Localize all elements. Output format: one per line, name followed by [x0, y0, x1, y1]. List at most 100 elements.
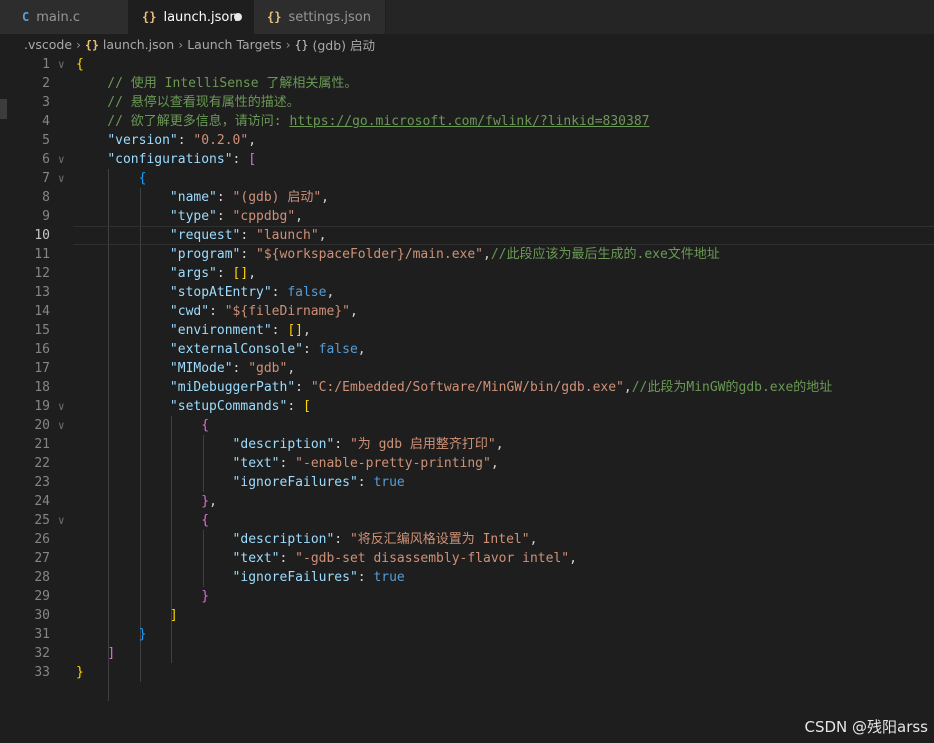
- line-number: 17: [34, 361, 50, 376]
- code-token: :: [177, 133, 194, 148]
- line-number: 33: [34, 665, 50, 680]
- code-token: ,: [248, 266, 257, 281]
- code-token: "0.2.0": [193, 133, 249, 148]
- tab-main-c[interactable]: C main.c: [0, 0, 129, 34]
- code-line[interactable]: 22 "text": "-enable-pretty-printing",: [0, 454, 934, 473]
- code-token: :: [240, 228, 257, 243]
- code-line[interactable]: 28 "ignoreFailures": true: [0, 568, 934, 587]
- code-line[interactable]: 13 "stopAtEntry": false,: [0, 283, 934, 302]
- code-token: true: [373, 570, 405, 585]
- code-line[interactable]: 33}: [0, 663, 934, 682]
- code-line[interactable]: 8 "name": "(gdb) 启动",: [0, 188, 934, 207]
- code-text: {: [76, 169, 147, 188]
- code-token: "${fileDirname}": [224, 304, 350, 319]
- code-token: // 使用 IntelliSense 了解相关属性。: [76, 76, 358, 91]
- fold-chevron-icon[interactable]: ∨: [58, 55, 65, 74]
- code-line[interactable]: 1 ∨ {: [0, 55, 934, 74]
- breadcrumb-section[interactable]: Launch Targets: [187, 37, 281, 52]
- code-token: //此段应该为最后生成的.exe文件地址: [490, 247, 720, 262]
- code-text: }: [76, 587, 209, 606]
- code-text: // 使用 IntelliSense 了解相关属性。: [76, 74, 357, 93]
- code-token: }: [138, 627, 147, 642]
- code-line[interactable]: 29 }: [0, 587, 934, 606]
- code-token: {: [201, 418, 210, 433]
- code-text: "environment": [],: [76, 321, 311, 340]
- code-line[interactable]: 26 "description": "将反汇编风格设置为 Intel",: [0, 530, 934, 549]
- code-token: "text": [232, 551, 280, 566]
- code-text: "version": "0.2.0",: [76, 131, 256, 150]
- fold-chevron-icon[interactable]: ∨: [58, 150, 65, 169]
- line-number: 18: [34, 380, 50, 395]
- json-file-icon: {}: [267, 10, 282, 24]
- fold-chevron-icon[interactable]: ∨: [58, 511, 65, 530]
- code-line[interactable]: 11 "program": "${workspaceFolder}/main.e…: [0, 245, 934, 264]
- code-line[interactable]: 16 "externalConsole": false,: [0, 340, 934, 359]
- code-text: "name": "(gdb) 启动",: [76, 188, 329, 207]
- code-line[interactable]: 20 ∨ {: [0, 416, 934, 435]
- code-line[interactable]: 27 "text": "-gdb-set disassembly-flavor …: [0, 549, 934, 568]
- code-token: // 欲了解更多信息，请访问:: [76, 114, 290, 129]
- code-text: "stopAtEntry": false,: [76, 283, 334, 302]
- code-token: "environment": [169, 323, 272, 338]
- code-line[interactable]: 25 ∨ {: [0, 511, 934, 530]
- code-text: // 悬停以查看现有属性的描述。: [76, 93, 300, 112]
- code-token: "type": [169, 209, 217, 224]
- code-line[interactable]: 23 "ignoreFailures": true: [0, 473, 934, 492]
- code-line[interactable]: 3 // 悬停以查看现有属性的描述。: [0, 93, 934, 112]
- code-line[interactable]: 31 }: [0, 625, 934, 644]
- code-token: ,: [483, 247, 491, 262]
- breadcrumb-folder[interactable]: .vscode: [24, 37, 72, 52]
- line-number: 31: [34, 627, 50, 642]
- code-text: }: [76, 625, 147, 644]
- code-text: "description": "为 gdb 启用整齐打印",: [76, 435, 504, 454]
- fold-chevron-icon[interactable]: ∨: [58, 397, 65, 416]
- code-line[interactable]: 18 "miDebuggerPath": "C:/Embedded/Softwa…: [0, 378, 934, 397]
- code-token: "(gdb) 启动": [232, 190, 322, 205]
- code-token: ,: [623, 380, 632, 395]
- line-number: 27: [34, 551, 50, 566]
- line-number: 1: [42, 57, 50, 72]
- code-line[interactable]: 9 "type": "cppdbg",: [0, 207, 934, 226]
- code-line[interactable]: 17 "MIMode": "gdb",: [0, 359, 934, 378]
- code-line[interactable]: 10 "request": "launch",: [0, 226, 934, 245]
- code-line[interactable]: 14 "cwd": "${fileDirname}",: [0, 302, 934, 321]
- code-line[interactable]: 5 "version": "0.2.0",: [0, 131, 934, 150]
- code-line[interactable]: 7 ∨ {: [0, 169, 934, 188]
- code-token: :: [357, 570, 374, 585]
- code-line[interactable]: 24 },: [0, 492, 934, 511]
- code-token: "text": [232, 456, 280, 471]
- code-editor[interactable]: 1 ∨{2 // 使用 IntelliSense 了解相关属性。 3 // 悬停以查…: [0, 55, 934, 743]
- tab-label: launch.json: [163, 9, 238, 25]
- tab-settings-json[interactable]: {} settings.json: [254, 0, 386, 34]
- tab-launch-json[interactable]: {} launch.json: [129, 0, 254, 34]
- code-line[interactable]: 19 ∨ "setupCommands": [: [0, 397, 934, 416]
- line-number: 2: [42, 76, 50, 91]
- code-token: "request": [169, 228, 241, 243]
- fold-chevron-icon[interactable]: ∨: [58, 169, 65, 188]
- code-text: "text": "-enable-pretty-printing",: [76, 454, 499, 473]
- code-line[interactable]: 15 "environment": [],: [0, 321, 934, 340]
- code-token: :: [271, 323, 288, 338]
- code-token: "description": [232, 532, 335, 547]
- code-line[interactable]: 12 "args": [],: [0, 264, 934, 283]
- breadcrumb-item[interactable]: (gdb) 启动: [312, 35, 375, 54]
- fold-chevron-icon[interactable]: ∨: [58, 416, 65, 435]
- line-number: 28: [34, 570, 50, 585]
- code-line[interactable]: 21 "description": "为 gdb 启用整齐打印",: [0, 435, 934, 454]
- unsaved-dot-icon[interactable]: [234, 13, 242, 21]
- code-text: "cwd": "${fileDirname}",: [76, 302, 358, 321]
- code-line[interactable]: 32 ]: [0, 644, 934, 663]
- breadcrumb-file[interactable]: launch.json: [103, 37, 174, 52]
- code-line[interactable]: 30 ]: [0, 606, 934, 625]
- line-number: 26: [34, 532, 50, 547]
- line-number: 10: [34, 228, 50, 243]
- code-line[interactable]: 6 ∨ "configurations": [: [0, 150, 934, 169]
- code-line[interactable]: 2 // 使用 IntelliSense 了解相关属性。: [0, 74, 934, 93]
- tab-label: main.c: [36, 9, 80, 25]
- code-text: "program": "${workspaceFolder}/main.exe"…: [76, 245, 720, 264]
- line-number: 32: [34, 646, 50, 661]
- line-number: 21: [34, 437, 50, 452]
- code-line[interactable]: 4 // 欲了解更多信息，请访问: https://go.microsoft.c…: [0, 112, 934, 131]
